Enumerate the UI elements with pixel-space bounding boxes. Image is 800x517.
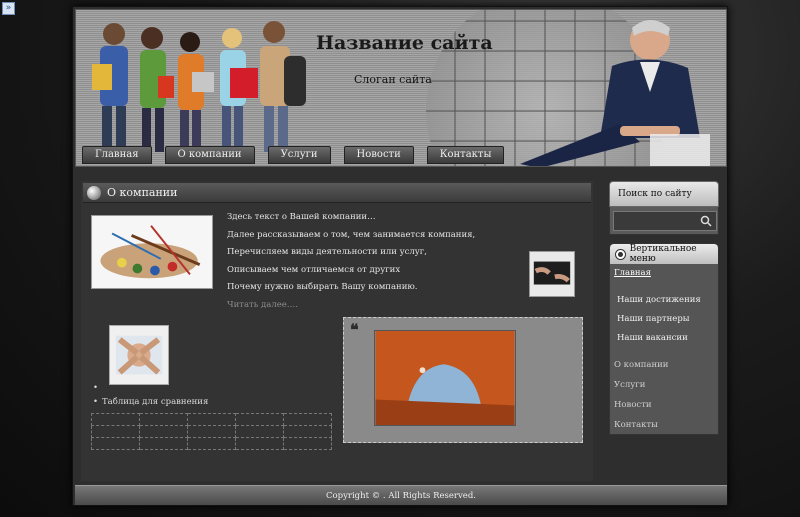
search-box	[609, 207, 719, 235]
about-line: Описываем чем отличаемся от других	[227, 264, 401, 275]
table-row	[91, 413, 332, 426]
menu-item-achievements[interactable]: Наши достижения	[617, 295, 701, 305]
page-container: Название сайта Слоган сайта Главная О ко…	[72, 6, 728, 506]
nav-item-contacts[interactable]: Контакты	[426, 146, 505, 164]
nav-item-about[interactable]: О компании	[164, 146, 255, 164]
palette-image	[91, 215, 213, 289]
comparison-table	[91, 413, 332, 450]
menu-bullet-icon	[616, 249, 625, 259]
section-title: О компании	[107, 186, 178, 199]
laptop-image	[529, 251, 575, 297]
hands-image	[109, 325, 169, 385]
businessman-image	[520, 20, 710, 166]
menu-item-services[interactable]: Услуги	[614, 380, 645, 390]
bullet-list: Таблица для сравнения	[93, 383, 208, 411]
students-image	[92, 21, 306, 152]
about-text: Здесь текст о Вашей компании… Далее расс…	[227, 209, 475, 314]
footer: Copyright © . All Rights Reserved.	[75, 485, 727, 505]
menu-header: Вертикальное меню	[610, 244, 718, 264]
list-item[interactable]: Таблица для сравнения	[93, 397, 208, 411]
vertical-menu: Вертикальное меню Главная Наши достижени…	[609, 243, 719, 435]
expand-icon[interactable]: »	[2, 2, 15, 15]
table-row	[91, 425, 332, 438]
quote-icon: ❝	[350, 320, 359, 339]
about-line: Далее рассказываем о том, чем занимается…	[227, 229, 476, 240]
nav-item-services[interactable]: Услуги	[267, 146, 331, 164]
menu-item-partners[interactable]: Наши партнеры	[617, 314, 690, 324]
section-header: О компании	[83, 183, 591, 203]
search-icon[interactable]	[700, 215, 712, 227]
list-item	[93, 383, 208, 397]
main-content: О компании Здесь текст о Вашей компании……	[81, 181, 593, 481]
search-title: Поиск по сайту	[609, 181, 719, 207]
site-title: Название сайта	[316, 32, 493, 54]
rock-arch-image	[374, 330, 516, 426]
menu-item-home[interactable]: Главная	[614, 268, 651, 278]
header: Название сайта Слоган сайта Главная О ко…	[75, 9, 727, 167]
site-slogan: Слоган сайта	[354, 73, 432, 86]
menu-title: Вертикальное меню	[629, 244, 697, 264]
menu-item-news[interactable]: Новости	[614, 400, 652, 410]
about-line: Здесь текст о Вашей компании…	[227, 212, 376, 222]
top-nav: Главная О компании Услуги Новости Контак…	[82, 146, 505, 164]
menu-item-vacancies[interactable]: Наши вакансии	[617, 333, 688, 343]
orb-icon	[87, 185, 101, 200]
table-row	[91, 437, 332, 450]
nav-item-home[interactable]: Главная	[82, 146, 152, 164]
search-widget: Поиск по сайту	[609, 181, 719, 235]
read-more-link[interactable]: Читать далее….	[227, 297, 475, 315]
menu-item-about[interactable]: О компании	[614, 360, 668, 370]
quote-box: ❝	[343, 317, 583, 443]
nav-item-news[interactable]: Новости	[343, 146, 414, 164]
about-line: Перечисляем виды деятельности или услуг,	[227, 247, 427, 257]
about-line: Почему нужно выбирать Вашу компанию.	[227, 282, 418, 292]
menu-item-contacts[interactable]: Контакты	[614, 420, 658, 430]
